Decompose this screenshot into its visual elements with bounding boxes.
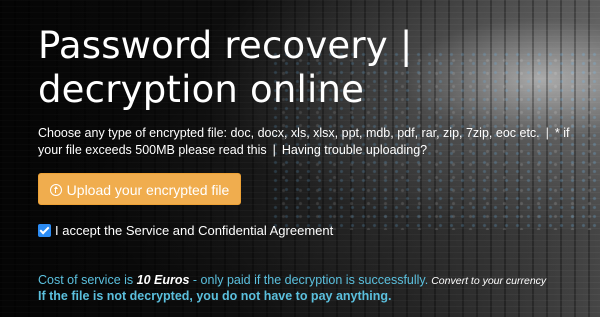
agreement-checkbox[interactable] — [38, 224, 51, 237]
upload-button-label: Upload your encrypted file — [66, 182, 230, 198]
page-title: Password recovery | decryption online — [38, 24, 413, 111]
cost-price: 10 Euros — [136, 273, 190, 287]
agreement-label[interactable]: I accept the Service and Confidential Ag… — [55, 223, 333, 238]
separator: | — [272, 143, 276, 157]
intro-text: Choose any type of encrypted file: doc, … — [38, 125, 588, 159]
upload-button[interactable]: Upload your encrypted file — [38, 173, 241, 205]
hero-section: Password recovery | decryption online Ch… — [0, 0, 600, 317]
cost-text: Cost of service is 10 Euros - only paid … — [38, 272, 546, 289]
cost-suffix: - only paid if the decryption is success… — [189, 273, 429, 287]
trouble-uploading-link[interactable]: Having trouble uploading? — [282, 143, 427, 157]
cost-prefix: Cost of service is — [38, 273, 137, 287]
file-types-text: Choose any type of encrypted file: doc, … — [38, 126, 540, 140]
guarantee-text: If the file is not decrypted, you do not… — [38, 289, 392, 303]
separator: | — [545, 126, 549, 140]
convert-currency-link[interactable]: Convert to your currency — [431, 275, 546, 287]
upload-circle-icon — [49, 184, 62, 196]
agreement-row: I accept the Service and Confidential Ag… — [38, 223, 333, 239]
